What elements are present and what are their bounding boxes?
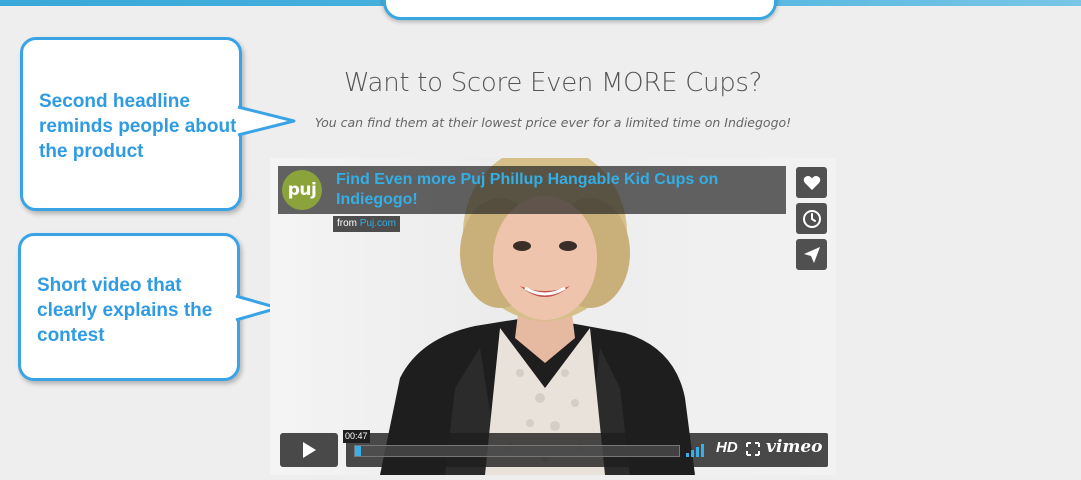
control-bar: HD vimeo <box>346 433 828 467</box>
callout-short-video: Short video that clearly explains the co… <box>18 233 240 381</box>
callout-second-headline: Second headline reminds people about the… <box>20 37 242 211</box>
vimeo-logo[interactable]: vimeo <box>766 437 822 457</box>
puj-logo[interactable]: puj <box>282 170 322 210</box>
play-button[interactable] <box>280 433 338 467</box>
page-subtitle: You can find them at their lowest price … <box>314 115 792 130</box>
progress-bar[interactable] <box>354 445 680 457</box>
source-link[interactable]: Puj.com <box>360 218 396 229</box>
fullscreen-icon[interactable] <box>746 442 760 456</box>
timestamp-tooltip: 00:47 <box>343 430 370 443</box>
clock-icon <box>802 209 821 228</box>
video-source-badge: from Puj.com <box>333 216 400 232</box>
watch-later-button[interactable] <box>796 203 827 234</box>
callout-short-video-text: Short video that clearly explains the co… <box>37 275 213 346</box>
like-button[interactable] <box>796 167 827 198</box>
video-controls: HD vimeo 00:47 <box>280 430 828 467</box>
from-label: from <box>337 218 360 229</box>
volume-icon[interactable] <box>686 443 708 457</box>
play-icon <box>303 442 316 458</box>
page-headline: Want to Score Even MORE Cups? <box>343 68 763 98</box>
share-button[interactable] <box>796 239 827 270</box>
callout-second-headline-text: Second headline reminds people about the… <box>39 91 237 162</box>
progress-fill <box>355 446 362 456</box>
top-callout-bubble <box>383 0 777 20</box>
hd-toggle[interactable]: HD <box>716 439 738 456</box>
heart-icon <box>803 175 820 190</box>
video-player[interactable]: puj Find Even more Puj Phillup Hangable … <box>270 158 836 475</box>
send-icon <box>803 246 820 263</box>
video-title-link[interactable]: Find Even more Puj Phillup Hangable Kid … <box>336 170 784 210</box>
